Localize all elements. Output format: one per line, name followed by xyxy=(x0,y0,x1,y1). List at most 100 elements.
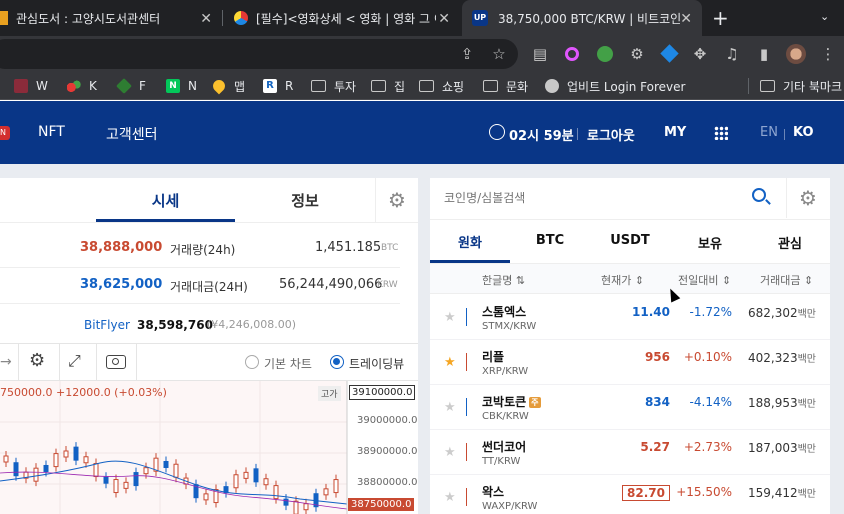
current-price-tag: 38750000.0 xyxy=(348,498,415,511)
tab-favicon-icon xyxy=(0,11,8,25)
menu-dots-icon[interactable]: ⋮ xyxy=(818,44,838,64)
tab-holdings[interactable]: 보유 xyxy=(670,233,750,252)
bookmark-n[interactable]: NN xyxy=(166,78,197,94)
coin-name: 코박토큰 주 xyxy=(482,395,541,409)
side-panel-icon[interactable]: ▮ xyxy=(754,44,774,64)
media-icon[interactable]: ♫ xyxy=(722,44,742,64)
tab-krw[interactable]: 원화 xyxy=(430,232,510,251)
header-name[interactable]: 한글명 ⇅ xyxy=(482,272,525,288)
favorite-star-icon[interactable]: ★ xyxy=(444,400,456,415)
coin-search-input[interactable] xyxy=(430,178,786,218)
bookmark-folder-shopping[interactable]: 쇼핑 xyxy=(419,78,464,94)
favorite-star-icon[interactable]: ★ xyxy=(444,490,456,505)
chart-settings-gear-icon[interactable]: ⚙ xyxy=(29,350,45,371)
search-icon[interactable] xyxy=(752,188,771,205)
header-price[interactable]: 현재가 ⇕ xyxy=(601,272,644,288)
candle-body xyxy=(263,478,269,486)
lang-ko-button[interactable]: KO xyxy=(793,125,814,140)
amount-value: 56,244,490,066 xyxy=(279,277,383,292)
favorite-star-icon[interactable]: ★ xyxy=(444,355,456,370)
bookmark-folder-home[interactable]: 집 xyxy=(371,78,405,94)
trading-view-radio[interactable] xyxy=(330,355,344,369)
favorite-star-icon[interactable]: ★ xyxy=(444,445,456,460)
share-icon[interactable]: ⇪ xyxy=(457,44,477,64)
bookmark-w[interactable]: W xyxy=(14,78,48,94)
address-bar[interactable] xyxy=(0,39,518,69)
bookmark-f[interactable]: F xyxy=(116,78,146,94)
candle-body xyxy=(243,471,249,479)
tab-favorites[interactable]: 관심 xyxy=(750,233,830,252)
reader-icon[interactable]: ▤ xyxy=(530,44,550,64)
nav-nft[interactable]: NFT xyxy=(38,124,65,140)
tab-btc[interactable]: BTC xyxy=(510,233,590,248)
tab-usdt[interactable]: USDT xyxy=(590,233,670,248)
market-row[interactable]: ★ 스톰엑스 STMX/KRW 11.40 -1.72% 682,302백만 xyxy=(430,295,830,340)
bookmark-favicon-icon xyxy=(116,78,132,94)
close-icon[interactable]: ✕ xyxy=(438,11,450,27)
candle-body xyxy=(133,472,139,487)
basic-chart-radio[interactable] xyxy=(245,355,259,369)
bookmark-folder-invest[interactable]: 투자 xyxy=(311,78,356,94)
bookmark-upbit-login[interactable]: 업비트 Login Forever xyxy=(545,78,685,94)
tag-extension-icon[interactable] xyxy=(659,44,679,64)
browser-tab-upbit[interactable]: UP 38,750,000 BTC/KRW | 비트코인 ✕ xyxy=(462,0,702,36)
arrow-right-icon[interactable]: → xyxy=(0,354,12,370)
extension-color-icon[interactable] xyxy=(562,44,582,64)
candle-body xyxy=(303,503,309,511)
fullscreen-icon[interactable]: ⤢ xyxy=(68,351,81,371)
puzzle-icon[interactable]: ✥ xyxy=(690,44,710,64)
coin-symbol: WAXP/KRW xyxy=(482,501,538,512)
tab-price[interactable]: 시세 xyxy=(96,190,235,222)
coin-volume: 187,003백만 xyxy=(747,441,816,455)
bookmark-star-icon[interactable]: ☆ xyxy=(489,44,509,64)
avatar[interactable] xyxy=(786,44,806,64)
bookmark-k[interactable]: K xyxy=(67,78,97,94)
clock-icon xyxy=(489,124,505,140)
settings-gear-icon[interactable]: ⚙ xyxy=(388,188,406,212)
header-change[interactable]: 전일대비 ⇕ xyxy=(678,272,731,288)
extension-green-icon[interactable] xyxy=(595,44,615,64)
bookmark-map[interactable]: 맵 xyxy=(210,77,245,95)
coin-change: +15.50% xyxy=(676,485,732,499)
candle-body xyxy=(53,453,59,468)
market-row[interactable]: ★ 리플 XRP/KRW 956 +0.10% 402,323백만 xyxy=(430,340,830,385)
coin-name: 왁스 xyxy=(482,485,505,499)
new-badge-icon: N xyxy=(0,126,10,140)
close-icon[interactable]: ✕ xyxy=(200,11,212,27)
high-price: 38,888,000 xyxy=(80,240,163,255)
market-row[interactable]: ★ 썬더코어 TT/KRW 5.27 +2.73% 187,003백만 xyxy=(430,430,830,475)
lang-en-button[interactable]: EN xyxy=(760,125,778,140)
candle-body xyxy=(63,450,69,458)
coin-name: 리플 xyxy=(482,350,505,364)
my-button[interactable]: MY xyxy=(664,125,686,140)
folder-icon xyxy=(483,80,498,92)
bookmark-folder-other[interactable]: 기타 북마크 xyxy=(760,78,842,94)
tab-search-chevron-icon[interactable]: ⌄ xyxy=(820,10,829,23)
bookmark-folder-culture[interactable]: 문화 xyxy=(483,78,528,94)
favorite-star-icon[interactable]: ★ xyxy=(444,310,456,325)
coin-volume: 402,323백만 xyxy=(747,351,816,365)
logout-button[interactable]: 로그아웃 xyxy=(587,125,635,144)
tab-info[interactable]: 정보 xyxy=(236,190,374,211)
tab-title: 38,750,000 BTC/KRW | 비트코인 xyxy=(498,11,682,26)
mini-candle-icon xyxy=(466,488,467,506)
gear-extension-icon[interactable]: ⚙ xyxy=(627,44,647,64)
exchange-price: 38,598,760 xyxy=(137,318,213,332)
camera-icon[interactable] xyxy=(106,355,126,369)
browser-tab-library[interactable]: 관심도서 : 고양시도서관센터 ✕ xyxy=(0,0,222,36)
volume-label: 거래량(24h) xyxy=(170,243,236,257)
new-tab-button[interactable]: + xyxy=(712,6,729,30)
nav-customer-center[interactable]: 고객센터 xyxy=(106,124,158,144)
market-row[interactable]: ★ 코박토큰 주 CBK/KRW 834 -4.14% 188,953백만 xyxy=(430,385,830,430)
market-row[interactable]: ★ 왁스 WAXP/KRW 82.70 +15.50% 159,412백만 xyxy=(430,475,830,514)
market-settings-gear-icon[interactable]: ⚙ xyxy=(799,186,817,210)
candlestick-chart[interactable] xyxy=(0,381,418,514)
bookmark-r[interactable]: RR xyxy=(263,78,293,94)
header-volume[interactable]: 거래대금 ⇕ xyxy=(760,272,813,288)
market-list-panel: ⚙ 원화 BTC USDT 보유 관심 한글명 ⇅ 현재가 ⇕ 전일대비 ⇕ 거… xyxy=(430,178,830,514)
coin-price: 11.40 xyxy=(632,305,670,319)
close-icon[interactable]: ✕ xyxy=(680,11,692,27)
browser-tab-movie[interactable]: [필수]<영화상세 < 영화 | 영화 그 이 ✕ xyxy=(224,0,460,36)
candle-body xyxy=(3,455,9,463)
grid-menu-icon[interactable] xyxy=(714,126,728,140)
